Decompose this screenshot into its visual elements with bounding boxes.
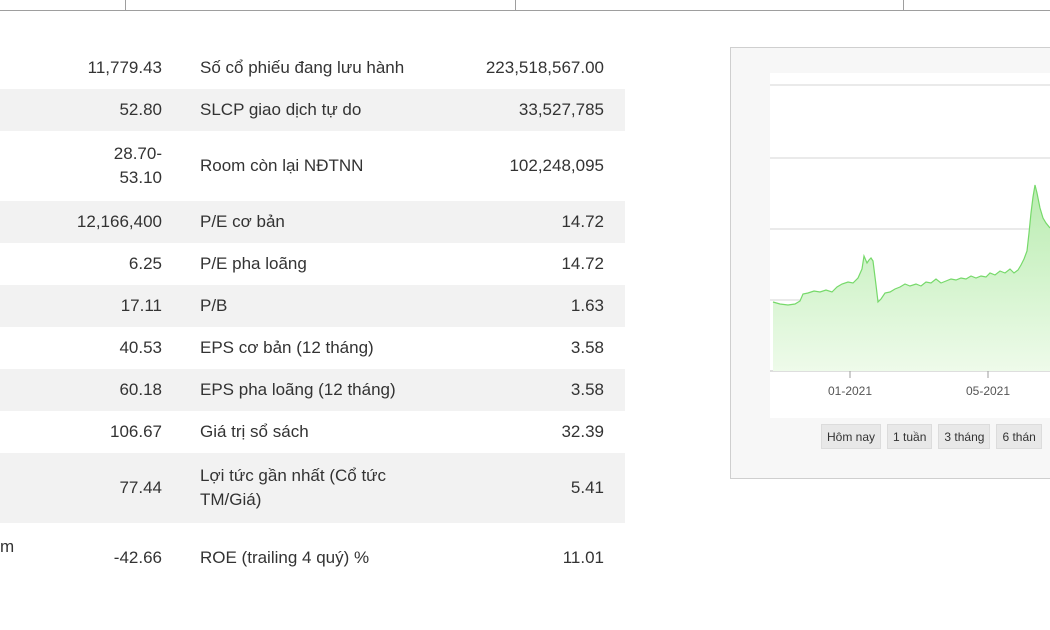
stock-stats-table: 11,779.43 Số cổ phiếu đang lưu hành 223,… xyxy=(0,47,625,593)
table-row: 17.11 P/B 1.63 xyxy=(0,285,625,327)
left-value: 106.67 xyxy=(110,422,162,441)
right-value: 14.72 xyxy=(561,254,604,273)
right-label: Số cổ phiếu đang lưu hành xyxy=(200,58,405,77)
right-label: Lợi tức gần nhất (Cổ tức TM/Giá) xyxy=(200,466,387,509)
left-value: 60.18 xyxy=(119,380,162,399)
right-label: ROE (trailing 4 quý) % xyxy=(200,548,370,567)
table-row: 6.25 P/E pha loãng 14.72 xyxy=(0,243,625,285)
left-value: 12,166,400 xyxy=(76,212,162,231)
header-divider xyxy=(903,0,904,10)
right-label: EPS cơ bản (12 tháng) xyxy=(200,338,374,357)
right-label: Room còn lại NĐTNN xyxy=(200,156,364,175)
right-label: P/E cơ bản xyxy=(200,212,285,231)
right-value: 3.58 xyxy=(570,380,604,399)
table-row: 12,166,400 P/E cơ bản 14.72 xyxy=(0,201,625,243)
table-row: 60.18 EPS pha loãng (12 tháng) 3.58 xyxy=(0,369,625,411)
right-value: 14.72 xyxy=(561,212,604,231)
right-value: 11.01 xyxy=(562,548,604,567)
right-label: SLCP giao dịch tự do xyxy=(200,100,362,119)
table-row: m -42.66 ROE (trailing 4 quý) % 11.01 xyxy=(0,523,625,593)
header-divider xyxy=(125,0,126,10)
left-value: 6.25 xyxy=(128,254,162,273)
range-button-3-months[interactable]: 3 tháng xyxy=(938,424,991,449)
left-value: 11,779.43 xyxy=(87,58,162,77)
header-divider xyxy=(515,0,516,10)
right-value: 102,248,095 xyxy=(509,156,604,175)
right-label: P/B xyxy=(200,296,228,315)
range-button-today[interactable]: Hôm nay xyxy=(821,424,882,449)
left-value: -42.66 xyxy=(113,548,162,567)
left-value: 77.44 xyxy=(119,478,162,497)
top-header-strip xyxy=(0,0,1050,11)
range-button-6-months[interactable]: 6 thán xyxy=(996,424,1042,449)
right-value: 1.63 xyxy=(570,296,604,315)
table-row: 28.70- 53.10 Room còn lại NĐTNN 102,248,… xyxy=(0,131,625,201)
right-label: Giá trị sổ sách xyxy=(200,422,309,441)
right-label: P/E pha loãng xyxy=(200,254,307,273)
table-row: 52.80 SLCP giao dịch tự do 33,527,785 xyxy=(0,89,625,131)
right-label: EPS pha loãng (12 tháng) xyxy=(200,380,396,399)
left-value: 52.80 xyxy=(119,100,162,119)
right-value: 33,527,785 xyxy=(518,100,604,119)
table-row: 77.44 Lợi tức gần nhất (Cổ tức TM/Giá) 5… xyxy=(0,453,625,523)
x-tick-label: 01-2021 xyxy=(828,384,872,398)
right-value: 3.58 xyxy=(570,338,604,357)
right-value: 223,518,567.00 xyxy=(485,58,604,77)
chart-range-selector: Hôm nay 1 tuần 3 tháng 6 thán xyxy=(821,424,1042,449)
left-value: 28.70- 53.10 xyxy=(113,144,162,187)
table-row: 106.67 Giá trị sổ sách 32.39 xyxy=(0,411,625,453)
left-value: 17.11 xyxy=(120,296,162,315)
right-value: 32.39 xyxy=(561,422,604,441)
x-tick-label: 05-2021 xyxy=(966,384,1010,398)
left-value: 40.53 xyxy=(119,338,162,357)
table-row: 40.53 EPS cơ bản (12 tháng) 3.58 xyxy=(0,327,625,369)
range-button-1-week[interactable]: 1 tuần xyxy=(887,424,933,449)
table-row: 11,779.43 Số cổ phiếu đang lưu hành 223,… xyxy=(0,47,625,89)
price-chart: 01-2021 05-2021 xyxy=(770,73,1050,418)
right-value: 5.41 xyxy=(570,478,604,497)
